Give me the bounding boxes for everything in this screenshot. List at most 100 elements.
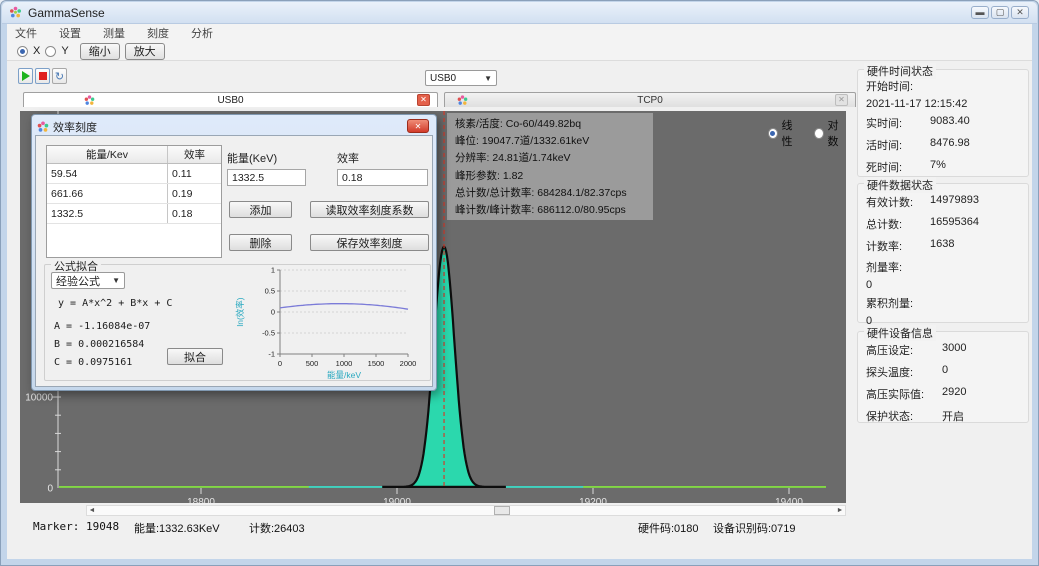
- tab-tcp0[interactable]: TCP0 ✕: [444, 92, 856, 107]
- axis-x-radio[interactable]: [17, 46, 28, 57]
- tab-usb0-close-icon[interactable]: ✕: [417, 94, 430, 106]
- hv-actual-value: 2920: [942, 386, 966, 402]
- start-button[interactable]: [18, 68, 33, 84]
- formula-type-select[interactable]: 经验公式 ▼: [51, 272, 125, 289]
- efficiency-table[interactable]: 能量/Kev 效率 59.54 0.11 661.66 0.19 1332.5 …: [46, 145, 222, 258]
- cumulative-dose-label: 累积剂量:: [858, 293, 1028, 313]
- refresh-button[interactable]: ↻: [52, 68, 67, 84]
- maximize-button[interactable]: ▢: [991, 6, 1009, 19]
- dialog-close-button[interactable]: ✕: [407, 119, 429, 133]
- table-row[interactable]: 1332.5 0.18: [47, 204, 221, 224]
- count-rate-row: 计数率: 1638: [858, 235, 1028, 257]
- menu-file[interactable]: 文件: [15, 25, 37, 41]
- eff-input[interactable]: 0.18: [337, 169, 428, 186]
- log-scale-radio[interactable]: [814, 128, 824, 139]
- tab-tcp0-label: TCP0: [637, 95, 663, 106]
- energy-input[interactable]: 1332.5: [227, 169, 306, 186]
- tab-usb0-icon: [84, 95, 95, 106]
- start-time-value: 2021-11-17 12:15:42: [858, 96, 1028, 112]
- hardware-data-title: 硬件数据状态: [864, 177, 936, 193]
- tab-tcp0-close-icon: ✕: [835, 94, 848, 106]
- svg-text:19000: 19000: [383, 497, 411, 503]
- fit-button[interactable]: 拟合: [167, 348, 223, 365]
- menu-measure[interactable]: 测量: [103, 25, 125, 41]
- live-time-value: 8476.98: [930, 137, 970, 153]
- scrollbar-thumb[interactable]: [494, 506, 510, 515]
- hv-set-label: 高压设定:: [866, 342, 942, 358]
- save-calibration-button[interactable]: 保存效率刻度: [310, 234, 429, 251]
- overlay-total-counts: 总计数/总计数率: 684284.1/82.37cps: [455, 185, 645, 202]
- table-row[interactable]: 59.54 0.11: [47, 164, 221, 184]
- overlay-nuclide: 核素/活度: Co-60/449.82bq: [455, 116, 645, 133]
- linear-scale-radio[interactable]: [768, 128, 778, 139]
- chevron-down-icon: ▼: [112, 276, 120, 285]
- menu-calibration[interactable]: 刻度: [147, 25, 169, 41]
- device-select-value: USB0: [430, 73, 456, 84]
- hardware-data-group: 硬件数据状态 有效计数: 14979893 总计数: 16595364 计数率:…: [857, 183, 1029, 323]
- real-time-label: 实时间:: [866, 115, 930, 131]
- main-window: GammaSense ▬ ▢ ✕ 文件 设置 测量 刻度 分析 X Y 缩小 放…: [0, 0, 1039, 566]
- hv-set-value: 3000: [942, 342, 966, 358]
- svg-text:1: 1: [271, 266, 275, 275]
- table-header: 能量/Kev 效率: [47, 146, 221, 164]
- protect-state-value: 开启: [942, 408, 964, 424]
- add-button[interactable]: 添加: [229, 201, 292, 218]
- marker-status: Marker: 19048: [33, 520, 119, 533]
- title-bar[interactable]: GammaSense ▬ ▢ ✕: [2, 2, 1037, 24]
- efficiency-curve-chart: 10.50-0.5-10500100015002000ln(效率)能量/keV: [233, 266, 431, 381]
- eff-input-label: 效率: [337, 150, 359, 166]
- horizontal-scrollbar[interactable]: ◄ ►: [86, 505, 846, 516]
- real-time-value: 9083.40: [930, 115, 970, 131]
- efficiency-calibration-dialog: 效率刻度 ✕ 能量/Kev 效率 59.54 0.11 661.66 0.19: [31, 114, 437, 391]
- live-time-row: 活时间: 8476.98: [858, 134, 1028, 156]
- zoom-out-button[interactable]: 缩小: [80, 43, 120, 60]
- zoom-in-button[interactable]: 放大: [125, 43, 165, 60]
- delete-button[interactable]: 删除: [229, 234, 292, 251]
- dead-time-value: 7%: [930, 159, 946, 175]
- svg-text:500: 500: [306, 359, 319, 368]
- scroll-left-icon[interactable]: ◄: [87, 506, 97, 515]
- play-icon: [22, 71, 30, 81]
- table-row[interactable]: 661.66 0.19: [47, 184, 221, 204]
- tab-usb0[interactable]: USB0 ✕: [23, 92, 438, 107]
- coefficient-b: B = 0.000216584: [54, 339, 144, 350]
- app-icon: [9, 6, 22, 19]
- menu-analysis[interactable]: 分析: [191, 25, 213, 41]
- refresh-icon: ↻: [55, 70, 64, 83]
- cell-eff: 0.11: [168, 164, 221, 183]
- tab-tcp0-icon: [457, 95, 468, 106]
- read-coefficients-button[interactable]: 读取效率刻度系数: [310, 201, 429, 218]
- device-id-status: 设备识别码:0719: [713, 520, 796, 536]
- dose-rate-label: 剂量率:: [858, 257, 1028, 277]
- svg-text:19200: 19200: [579, 497, 607, 503]
- menu-settings[interactable]: 设置: [59, 25, 81, 41]
- svg-text:ln(效率): ln(效率): [235, 297, 245, 326]
- linear-scale-label: 线性: [782, 117, 800, 149]
- axis-y-radio[interactable]: [45, 46, 56, 57]
- valid-counts-label: 有效计数:: [866, 194, 930, 210]
- overlay-peak-position: 峰位: 19047.7道/1332.61keV: [455, 133, 645, 150]
- col-energy-header[interactable]: 能量/Kev: [47, 146, 168, 163]
- cell-energy: 59.54: [47, 164, 168, 183]
- dialog-title-bar[interactable]: 效率刻度 ✕: [35, 118, 433, 135]
- cell-eff: 0.18: [168, 204, 221, 223]
- energy-input-label: 能量(KeV): [227, 150, 277, 166]
- svg-text:2000: 2000: [400, 359, 417, 368]
- col-eff-header[interactable]: 效率: [168, 146, 221, 163]
- minimize-button[interactable]: ▬: [971, 6, 989, 19]
- probe-temp-row: 探头温度: 0: [858, 361, 1028, 383]
- dead-time-label: 死时间:: [866, 159, 930, 175]
- hardware-time-title: 硬件时间状态: [864, 63, 936, 79]
- hardware-code-status: 硬件码:0180: [638, 520, 699, 536]
- real-time-row: 实时间: 9083.40: [858, 112, 1028, 134]
- device-select[interactable]: USB0 ▼: [425, 70, 497, 86]
- close-button[interactable]: ✕: [1011, 6, 1029, 19]
- cell-energy: 661.66: [47, 184, 168, 203]
- formula-type-value: 经验公式: [56, 273, 100, 289]
- formula-fit-group: 公式拟合 经验公式 ▼ y = A*x^2 + B*x + C A = -1.1…: [44, 264, 431, 381]
- stop-button[interactable]: [35, 68, 50, 84]
- svg-text:0: 0: [271, 308, 275, 317]
- svg-text:0: 0: [278, 359, 282, 368]
- scroll-right-icon[interactable]: ►: [835, 506, 845, 515]
- svg-text:1500: 1500: [368, 359, 385, 368]
